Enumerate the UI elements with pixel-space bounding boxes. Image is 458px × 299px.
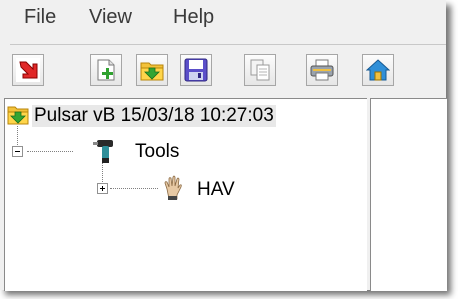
tools-collapse-toggle[interactable]: [12, 146, 23, 157]
tree-root-label[interactable]: Pulsar vB 15/03/18 10:27:03: [32, 105, 276, 127]
drill-tool-icon: [93, 140, 113, 163]
import-button[interactable]: [12, 54, 44, 86]
printer-icon: [310, 59, 334, 81]
import-arrow-icon: [16, 58, 40, 82]
save-floppy-icon: [184, 58, 208, 82]
tree-node-hav[interactable]: HAV: [197, 179, 235, 201]
new-button[interactable]: [90, 54, 122, 86]
home-icon: [366, 59, 390, 81]
open-button[interactable]: [136, 54, 168, 86]
application-window: File View Help Pulsar vB 15/03/18 10:27:…: [0, 0, 447, 291]
detail-pane[interactable]: [370, 98, 447, 291]
menu-bar: File View Help: [0, 0, 446, 36]
tree-node-tools[interactable]: Tools: [135, 141, 179, 163]
hav-expand-toggle[interactable]: [97, 183, 108, 194]
copy-document-icon: [250, 59, 270, 81]
hand-vibration-icon: [164, 175, 182, 200]
copy-button[interactable]: [244, 54, 276, 86]
tree-line: [110, 188, 158, 189]
print-button[interactable]: [306, 54, 338, 86]
toolbar-divider: [10, 44, 446, 45]
tree-line: [27, 151, 73, 152]
pulsar-folder-icon: [7, 106, 29, 125]
menu-file[interactable]: File: [24, 6, 56, 29]
new-document-icon: [97, 59, 115, 81]
menu-view[interactable]: View: [89, 6, 132, 29]
home-button[interactable]: [362, 54, 394, 86]
open-folder-icon: [140, 62, 164, 81]
save-button[interactable]: [180, 54, 212, 86]
tree-view[interactable]: Pulsar vB 15/03/18 10:27:03 Tools HAV: [4, 98, 367, 291]
menu-help[interactable]: Help: [173, 6, 214, 29]
